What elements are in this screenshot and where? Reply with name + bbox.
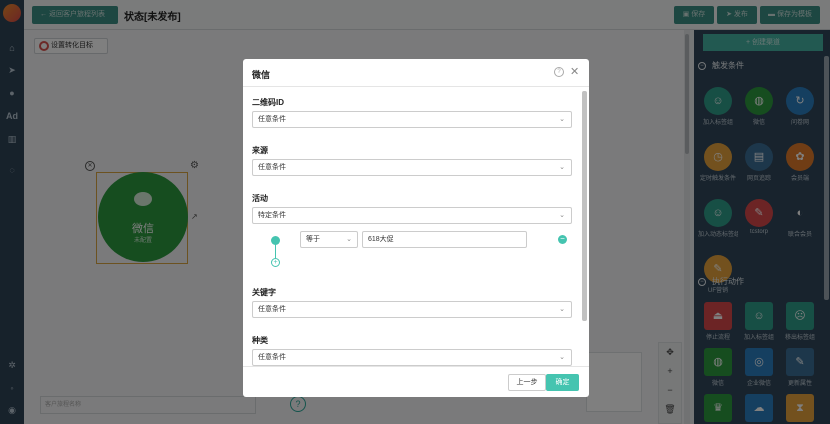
chevron-down-icon: ⌄: [559, 306, 565, 313]
field-label-source: 来源: [252, 146, 268, 155]
field-label-qrcode: 二维码ID: [252, 98, 284, 107]
modal-scrollbar[interactable]: [582, 91, 587, 321]
field-label-keyword: 关键字: [252, 288, 276, 297]
source-select[interactable]: 任意条件 ⌄: [252, 159, 572, 176]
keyword-select-value: 任意条件: [258, 306, 286, 313]
wechat-config-modal: 微信 ? ✕ 二维码ID 任意条件 ⌄ 来源 任意条件 ⌄ 活动 特定条件 ⌄ + 等…: [243, 59, 589, 397]
operator-select[interactable]: 等于 ⌄: [300, 231, 358, 248]
type-select[interactable]: 任意条件 ⌄: [252, 349, 572, 366]
activity-select-value: 特定条件: [258, 212, 286, 219]
source-select-value: 任意条件: [258, 164, 286, 171]
chevron-down-icon: ⌄: [346, 236, 352, 243]
chevron-down-icon: ⌄: [559, 164, 565, 171]
add-rule-icon[interactable]: +: [271, 258, 280, 267]
close-icon[interactable]: ✕: [570, 65, 579, 78]
type-select-value: 任意条件: [258, 354, 286, 361]
help-icon[interactable]: ?: [554, 67, 564, 77]
rule-value-input[interactable]: 618大促: [362, 231, 527, 248]
field-label-activity: 活动: [252, 194, 268, 203]
remove-rule-icon[interactable]: −: [558, 235, 567, 244]
keyword-select[interactable]: 任意条件 ⌄: [252, 301, 572, 318]
chevron-down-icon: ⌄: [559, 116, 565, 123]
activity-select[interactable]: 特定条件 ⌄: [252, 207, 572, 224]
confirm-button[interactable]: 确定: [546, 374, 579, 391]
qrcode-select-value: 任意条件: [258, 116, 286, 123]
chevron-down-icon: ⌄: [559, 212, 565, 219]
modal-footer: 上一步 确定: [243, 366, 589, 397]
chevron-down-icon: ⌄: [559, 354, 565, 361]
operator-value: 等于: [306, 236, 320, 243]
modal-header: 微信 ? ✕: [243, 59, 589, 87]
previous-button[interactable]: 上一步: [508, 374, 546, 391]
qrcode-select[interactable]: 任意条件 ⌄: [252, 111, 572, 128]
field-label-type: 种类: [252, 336, 268, 345]
modal-title: 微信: [252, 70, 271, 80]
modal-body: 二维码ID 任意条件 ⌄ 来源 任意条件 ⌄ 活动 特定条件 ⌄ + 等于 ⌄ 618大…: [243, 88, 589, 366]
